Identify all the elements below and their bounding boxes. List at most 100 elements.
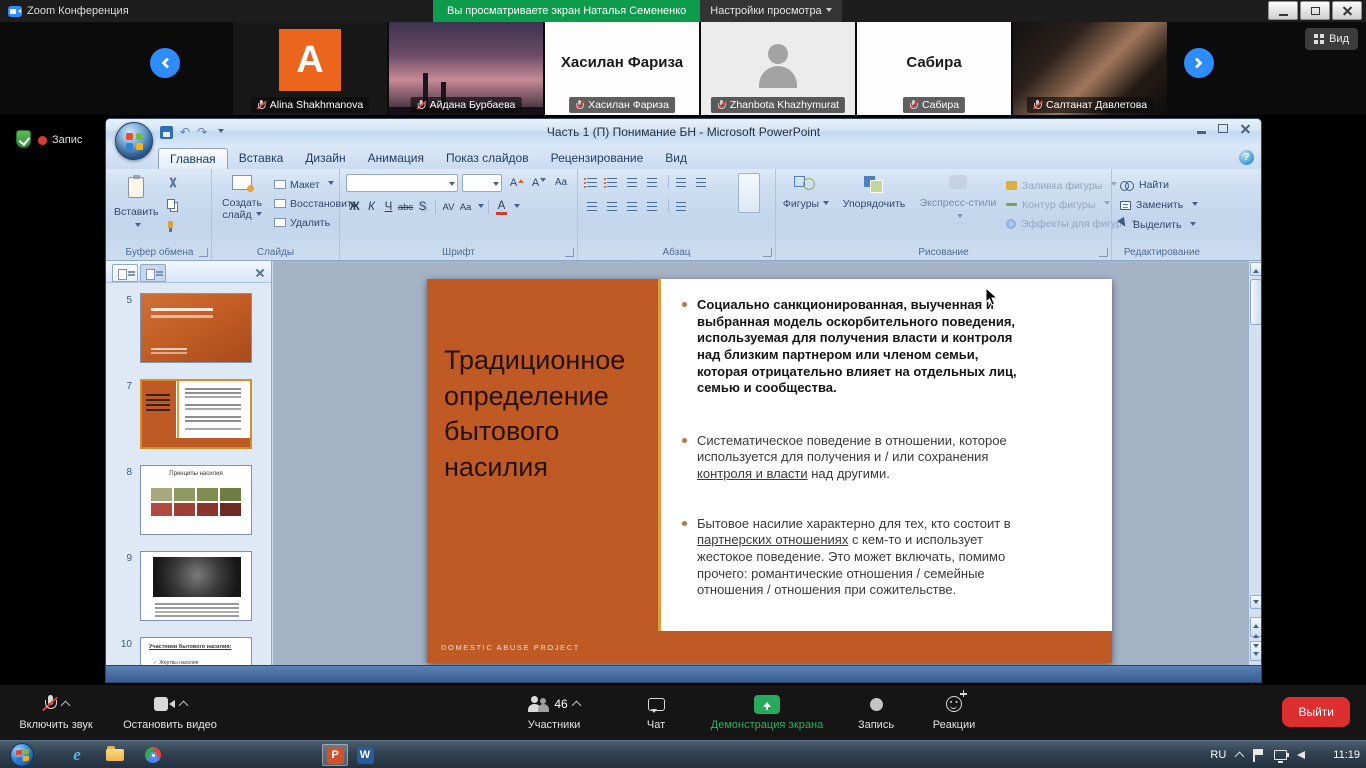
office-button[interactable] xyxy=(115,122,153,160)
numbering-button[interactable] xyxy=(604,176,619,189)
view-button[interactable]: Вид xyxy=(1305,28,1358,50)
cut-button[interactable] xyxy=(164,175,182,191)
format-painter-button[interactable] xyxy=(164,219,182,235)
smartart-convert-button[interactable] xyxy=(738,173,760,213)
tab-pokaz-slaydov[interactable]: Показ слайдов xyxy=(435,148,540,169)
participant-tile[interactable]: Zhanbota Khazhymurat xyxy=(701,22,855,115)
increase-indent-button[interactable] xyxy=(644,176,659,189)
strikethrough-button[interactable]: abc xyxy=(397,199,414,216)
action-center-icon[interactable] xyxy=(1253,749,1264,762)
align-right-button[interactable] xyxy=(624,200,639,213)
prev-participants-button[interactable] xyxy=(150,48,180,78)
bullets-button[interactable] xyxy=(584,176,599,189)
participants-button[interactable]: 46 Участники xyxy=(498,692,610,731)
find-button[interactable]: Найти xyxy=(1120,175,1198,195)
justify-button[interactable] xyxy=(644,200,659,213)
slide-thumbnail-10[interactable]: Участники бытового насилия: ✓Жертвы наси… xyxy=(140,637,252,665)
font-name-combo[interactable] xyxy=(346,174,458,192)
character-spacing-button[interactable]: AV xyxy=(440,199,457,216)
line-spacing-button[interactable] xyxy=(673,176,688,189)
font-dialog-launcher[interactable] xyxy=(565,248,574,257)
zoom-maximize-button[interactable] xyxy=(1300,1,1330,20)
replace-button[interactable]: Заменить xyxy=(1120,195,1198,215)
clear-formatting-button[interactable]: Aa xyxy=(552,174,570,192)
next-slide-button[interactable] xyxy=(1250,641,1262,661)
underline-button[interactable]: Ч xyxy=(380,199,397,216)
vertical-scrollbar[interactable] xyxy=(1248,261,1262,665)
select-button[interactable]: Выделить xyxy=(1120,215,1198,235)
taskbar-powerpoint-button[interactable]: P xyxy=(322,744,348,766)
volume-icon[interactable] xyxy=(1297,751,1305,759)
clock[interactable]: 11:19 xyxy=(1333,749,1360,761)
align-center-button[interactable] xyxy=(604,200,619,213)
previous-slide-button[interactable] xyxy=(1250,617,1262,637)
chat-button[interactable]: Чат xyxy=(626,692,686,731)
share-screen-button[interactable]: Демонстрация экрана xyxy=(694,692,840,731)
slide-body-text[interactable]: Социально санкционированная, выученная и… xyxy=(679,297,1027,599)
chevron-up-icon[interactable] xyxy=(571,701,581,711)
participant-tile[interactable]: Хасилан Фариза Хасилан Фариза xyxy=(545,22,699,115)
slide-thumbnail-9[interactable] xyxy=(140,551,252,621)
tray-expand-icon[interactable] xyxy=(1235,752,1245,762)
scroll-down-button[interactable] xyxy=(1250,595,1262,609)
slide-thumbnail-8[interactable]: Принципы насилия xyxy=(140,465,252,535)
italic-button[interactable]: К xyxy=(363,199,380,216)
slides-tab-button[interactable] xyxy=(112,264,138,282)
view-settings-button[interactable]: Настройки просмотра xyxy=(700,0,841,22)
qat-customize-dropdown[interactable] xyxy=(218,129,224,136)
chevron-up-icon[interactable] xyxy=(61,701,71,711)
taskbar-chrome-button[interactable] xyxy=(140,744,166,766)
text-shadow-button[interactable]: S xyxy=(414,199,431,216)
paragraph-dialog-launcher[interactable] xyxy=(763,248,772,257)
font-color-button[interactable]: А xyxy=(493,199,510,216)
reactions-button[interactable]: Реакции xyxy=(916,692,992,731)
paste-button[interactable]: Вставить xyxy=(114,173,158,239)
quick-styles-button[interactable]: Экспресс-стили xyxy=(916,172,1000,240)
taskbar-word-button[interactable]: W xyxy=(352,744,378,766)
clipboard-dialog-launcher[interactable] xyxy=(199,248,208,257)
shapes-button[interactable]: Фигуры xyxy=(780,172,832,240)
participant-tile[interactable]: Айдана Бурбаева xyxy=(389,22,543,115)
ppt-minimize-button[interactable] xyxy=(1197,131,1206,134)
text-direction-button[interactable] xyxy=(693,176,708,189)
tab-retsenzirovanie[interactable]: Рецензирование xyxy=(540,148,655,169)
close-panel-button[interactable] xyxy=(254,266,267,279)
grow-font-button[interactable]: А xyxy=(508,174,526,192)
participant-tile[interactable]: A Alina Shakhmanova xyxy=(233,22,387,115)
tab-dizayn[interactable]: Дизайн xyxy=(294,148,356,169)
columns-button[interactable] xyxy=(673,200,688,213)
outline-tab-button[interactable] xyxy=(140,264,166,282)
new-slide-button[interactable]: Создать слайд xyxy=(214,172,270,240)
tab-vid[interactable]: Вид xyxy=(654,148,698,169)
unmute-button[interactable]: Включить звук xyxy=(6,692,106,731)
taskbar-ie-button[interactable]: e xyxy=(64,744,90,766)
zoom-close-button[interactable] xyxy=(1332,1,1362,20)
help-button[interactable]: ? xyxy=(1239,150,1254,165)
undo-button[interactable]: ↶ xyxy=(180,125,190,139)
slide-title[interactable]: Традиционное определение бытового насили… xyxy=(444,343,650,486)
shrink-font-button[interactable]: А xyxy=(530,174,548,192)
redo-button[interactable]: ↷ xyxy=(197,125,207,139)
scrollbar-thumb[interactable] xyxy=(1250,279,1262,325)
align-left-button[interactable] xyxy=(584,200,599,213)
copy-button[interactable] xyxy=(164,197,182,213)
ppt-close-button[interactable] xyxy=(1240,123,1251,134)
decrease-indent-button[interactable] xyxy=(624,176,639,189)
ppt-restore-button[interactable] xyxy=(1218,124,1228,133)
save-button[interactable] xyxy=(160,126,173,139)
drawing-dialog-launcher[interactable] xyxy=(1099,248,1108,257)
change-case-button[interactable]: Aa xyxy=(457,199,474,216)
language-indicator[interactable]: RU xyxy=(1210,749,1226,761)
slide-thumbnail-7[interactable] xyxy=(140,379,252,449)
tab-vstavka[interactable]: Вставка xyxy=(228,148,295,169)
stop-video-button[interactable]: Остановить видео xyxy=(108,692,232,731)
taskbar-explorer-button[interactable] xyxy=(102,744,128,766)
slide-thumbnail-5[interactable] xyxy=(140,293,252,363)
bold-button[interactable]: Ж xyxy=(346,199,363,216)
tab-animatsiya[interactable]: Анимация xyxy=(357,148,435,169)
start-button[interactable] xyxy=(10,743,34,767)
font-size-combo[interactable] xyxy=(462,174,502,192)
slide[interactable]: Традиционное определение бытового насили… xyxy=(427,279,1112,663)
scroll-up-button[interactable] xyxy=(1250,262,1262,276)
leave-button[interactable]: Выйти xyxy=(1282,697,1350,727)
